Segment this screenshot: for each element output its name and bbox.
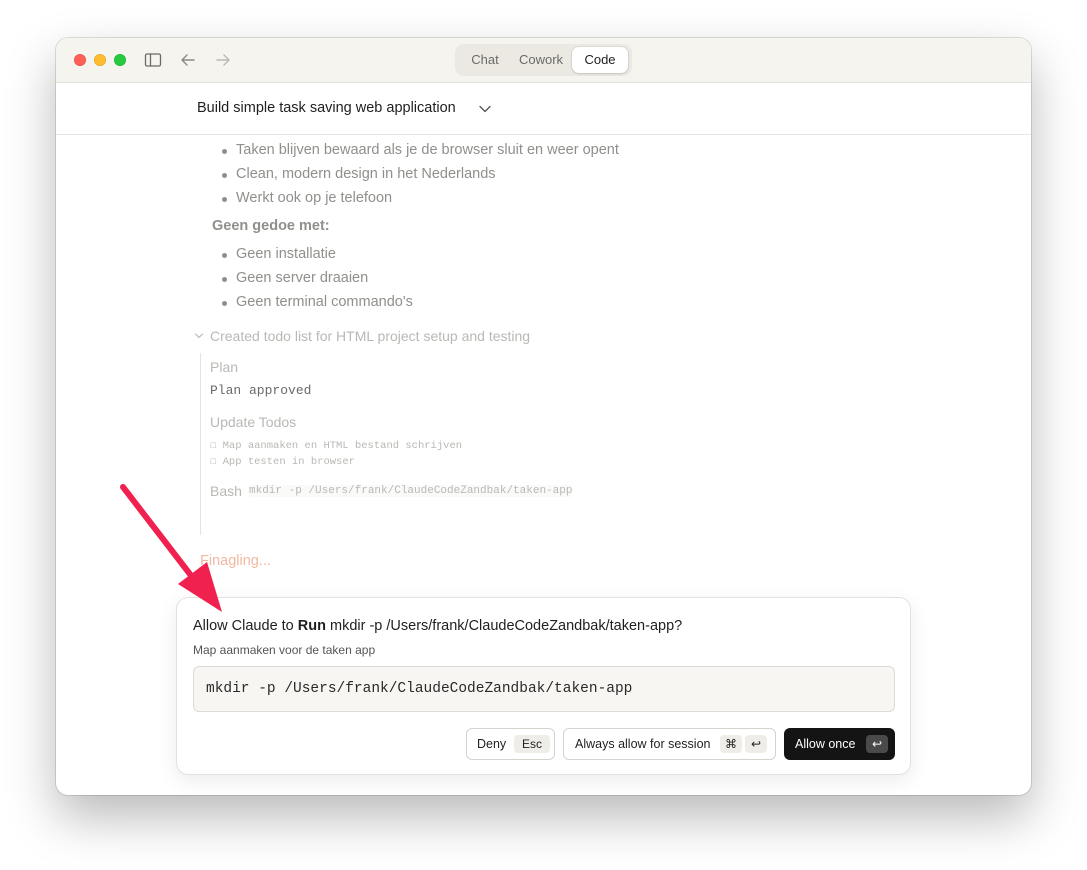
bash-command: mkdir -p /Users/frank/ClaudeCodeZandbak/… bbox=[249, 485, 573, 497]
status-text: Finagling... bbox=[200, 553, 271, 569]
plan-status: Plan approved bbox=[210, 383, 312, 398]
permission-question: Allow Claude to Run mkdir -p /Users/fran… bbox=[193, 618, 683, 634]
list-item: Geen server draaien bbox=[221, 270, 369, 286]
checkbox-icon: ☐ bbox=[210, 440, 223, 452]
title-bar: Chat Cowork Code bbox=[56, 38, 1031, 83]
mode-switcher: Chat Cowork Code bbox=[455, 44, 632, 76]
list-item: Taken blijven bewaard als je de browser … bbox=[222, 142, 619, 158]
tool-label-bash: Bash bbox=[210, 483, 242, 499]
deny-label: Deny bbox=[477, 737, 507, 751]
return-key-icon: ↩ bbox=[745, 735, 767, 753]
tool-group-rail bbox=[200, 353, 201, 535]
command-key-icon: ⌘ bbox=[720, 735, 742, 753]
always-allow-label: Always allow for session bbox=[575, 737, 711, 751]
command-preview: mkdir -p /Users/frank/ClaudeCodeZandbak/… bbox=[193, 666, 895, 712]
todo-item: ☐ Map aanmaken en HTML bestand schrijven bbox=[210, 440, 463, 452]
tool-label-update-todos: Update Todos bbox=[210, 414, 297, 430]
allow-once-label: Allow once bbox=[795, 737, 856, 751]
permission-dialog: Allow Claude to Run mkdir -p /Users/fran… bbox=[176, 597, 911, 775]
list-item: Geen installatie bbox=[222, 246, 336, 262]
close-window-button[interactable] bbox=[74, 54, 86, 66]
zoom-window-button[interactable] bbox=[114, 54, 126, 66]
return-key-icon: ↩ bbox=[866, 735, 888, 753]
todo-item: ☐ App testen in browser bbox=[210, 456, 355, 468]
arrow-right-icon[interactable] bbox=[213, 50, 233, 70]
always-allow-button[interactable]: Always allow for session ⌘ ↩ bbox=[563, 728, 776, 760]
tool-label-plan: Plan bbox=[210, 359, 239, 375]
tab-code[interactable]: Code bbox=[572, 47, 628, 73]
chevron-down-icon[interactable] bbox=[194, 331, 204, 341]
command-text: mkdir -p /Users/frank/ClaudeCodeZandbak/… bbox=[206, 681, 633, 697]
checkbox-icon: ☐ bbox=[210, 456, 223, 468]
shortcut-esc: Esc bbox=[514, 735, 550, 753]
list-item: Clean, modern design in het Nederlands bbox=[222, 166, 496, 182]
conversation-title[interactable]: Build simple task saving web application bbox=[197, 100, 456, 116]
chevron-down-icon[interactable] bbox=[478, 102, 492, 116]
tab-cowork[interactable]: Cowork bbox=[511, 47, 571, 73]
conversation-header: Build simple task saving web application bbox=[56, 83, 1031, 135]
deny-button[interactable]: Deny Esc bbox=[466, 728, 555, 760]
permission-description: Map aanmaken voor de taken app bbox=[193, 643, 376, 657]
list-item: Geen terminal commando's bbox=[222, 294, 413, 310]
arrow-left-icon[interactable] bbox=[178, 50, 198, 70]
allow-once-button[interactable]: Allow once ↩ bbox=[784, 728, 895, 760]
app-window: Chat Cowork Code Build simple task savin… bbox=[56, 38, 1031, 795]
minimize-window-button[interactable] bbox=[94, 54, 106, 66]
section-subheading: Geen gedoe met: bbox=[212, 218, 330, 234]
sidebar-toggle-icon[interactable] bbox=[143, 50, 163, 70]
tool-group-title[interactable]: Created todo list for HTML project setup… bbox=[210, 328, 530, 344]
tab-chat[interactable]: Chat bbox=[459, 47, 511, 73]
list-item: Werkt ook op je telefoon bbox=[221, 190, 393, 206]
